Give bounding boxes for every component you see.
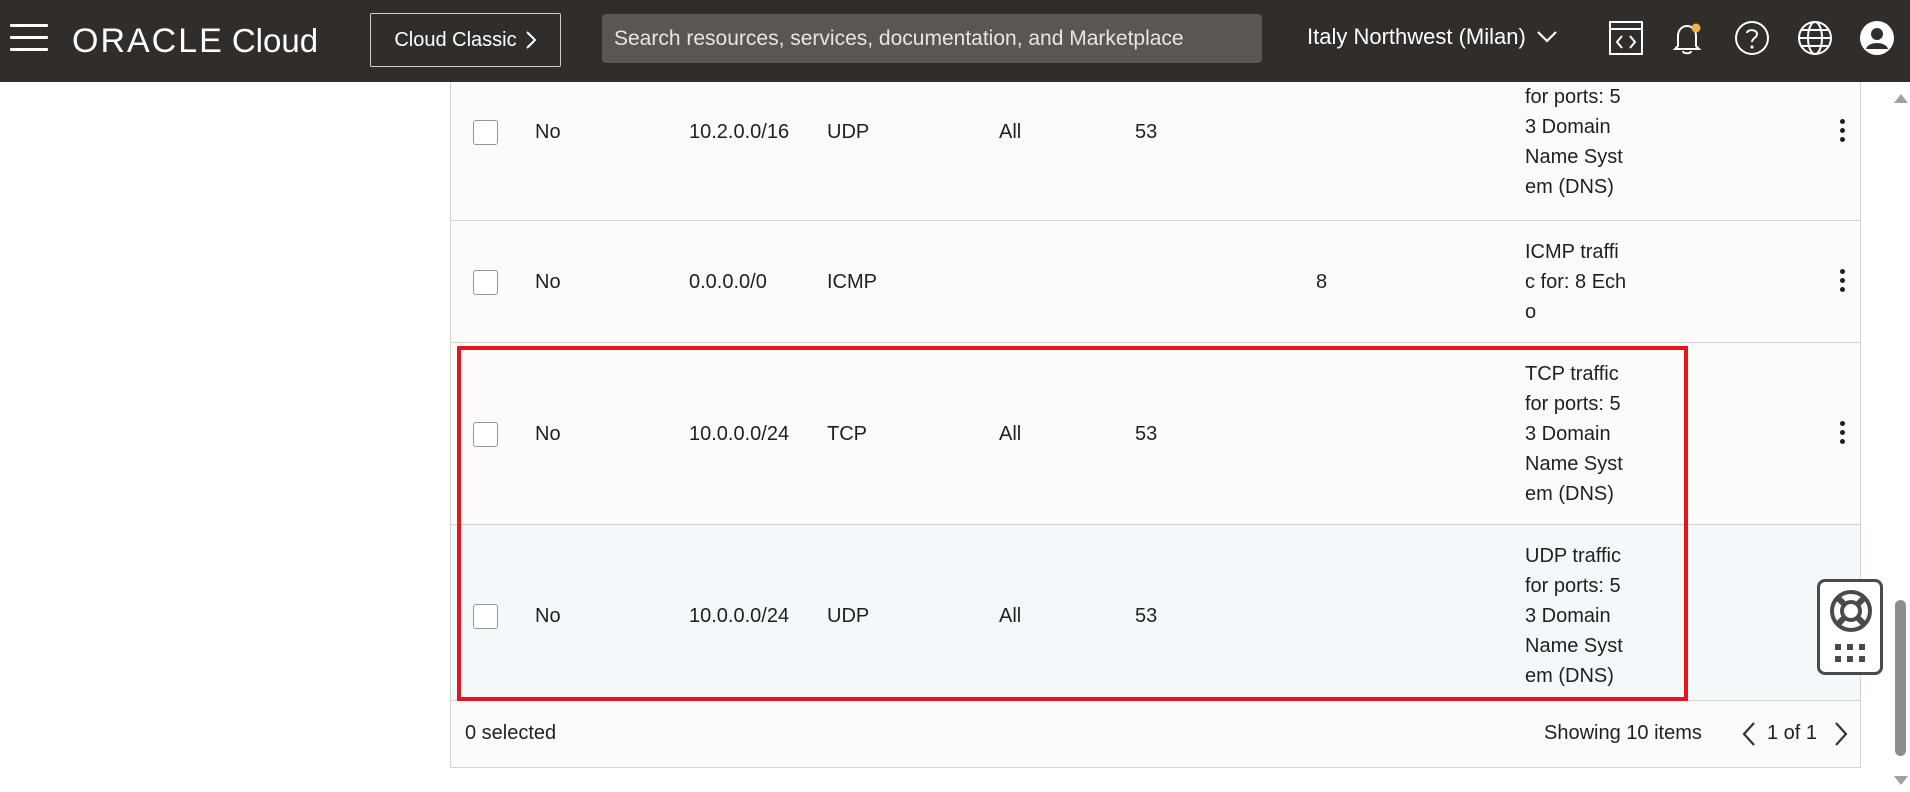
kebab-icon[interactable] <box>1836 421 1848 449</box>
bell-icon[interactable] <box>1667 18 1707 58</box>
table-row[interactable]: No 10.0.0.0/24 TCP All 53 TCP traffic fo… <box>451 343 1860 525</box>
description-cell: UDP traffic for ports: 5 3 Domain Name S… <box>1525 541 1637 691</box>
description-line: 3 Domain <box>1525 423 1611 445</box>
source-cell: 10.0.0.0/24 <box>689 423 790 445</box>
description-line: Name Syst <box>1525 453 1623 475</box>
user-icon[interactable] <box>1857 18 1897 58</box>
description-line: o <box>1525 301 1537 323</box>
chevron-right-icon <box>525 31 537 49</box>
row-checkbox[interactable] <box>473 604 498 629</box>
source-cell: 10.2.0.0/16 <box>689 121 790 143</box>
description-line: ICMP traffi <box>1525 241 1619 263</box>
protocol-cell: UDP <box>827 605 870 627</box>
protocol-cell: UDP <box>827 121 870 143</box>
top-navigation-bar: ORACLE Cloud Cloud Classic Italy Northwe… <box>0 0 1910 82</box>
description-cell: for ports: 5 3 Domain Name Syst em (DNS) <box>1525 82 1637 202</box>
destination-port-cell: 53 <box>1135 423 1158 445</box>
row-checkbox[interactable] <box>473 270 498 295</box>
description-line: for ports: 5 <box>1525 86 1621 108</box>
help-widget[interactable] <box>1817 579 1883 675</box>
description-line: 3 Domain <box>1525 116 1611 138</box>
brand-cloud: Cloud <box>231 22 319 59</box>
table-row[interactable]: No 10.0.0.0/24 UDP All 53 UDP traffic fo… <box>451 525 1860 701</box>
table-footer: 0 selected Showing 10 items 1 of 1 <box>451 702 1860 766</box>
oracle-cloud-logo[interactable]: ORACLE Cloud <box>72 22 318 61</box>
help-icon[interactable] <box>1732 18 1772 58</box>
lifebuoy-icon <box>1830 590 1872 632</box>
type-code-cell: 8 <box>1316 271 1328 293</box>
row-checkbox[interactable] <box>473 120 498 145</box>
description-line: 3 Domain <box>1525 605 1611 627</box>
menu-icon[interactable] <box>10 24 48 54</box>
description-line: for ports: 5 <box>1525 393 1621 415</box>
ingress-rules-table: No 10.2.0.0/16 UDP All 53 for ports: 5 3… <box>450 82 1861 768</box>
kebab-icon[interactable] <box>1836 269 1848 297</box>
description-line: em (DNS) <box>1525 665 1614 687</box>
source-cell: 10.0.0.0/24 <box>689 605 790 627</box>
protocol-cell: TCP <box>827 423 867 445</box>
stateless-cell: No <box>535 121 561 143</box>
description-line: em (DNS) <box>1525 483 1614 505</box>
description-line: Name Syst <box>1525 635 1623 657</box>
stateless-cell: No <box>535 605 561 627</box>
cloud-classic-label: Cloud Classic <box>394 28 517 51</box>
search-input[interactable] <box>614 26 1262 51</box>
chevron-down-icon <box>1537 31 1557 43</box>
vertical-scrollbar[interactable] <box>1890 82 1910 792</box>
destination-port-cell: 53 <box>1135 121 1158 143</box>
source-port-cell: All <box>999 605 1022 627</box>
grid-icon <box>1835 644 1865 662</box>
scroll-down-arrow-icon[interactable] <box>1894 776 1908 785</box>
description-line: Name Syst <box>1525 146 1623 168</box>
chevron-right-icon[interactable] <box>1829 718 1853 750</box>
source-port-cell: All <box>999 423 1022 445</box>
page-indicator: 1 of 1 <box>1767 722 1818 744</box>
destination-port-cell: 53 <box>1135 605 1158 627</box>
cloud-classic-button[interactable]: Cloud Classic <box>370 13 561 67</box>
region-selector[interactable]: Italy Northwest (Milan) <box>1307 24 1558 50</box>
selected-count: 0 selected <box>465 722 557 744</box>
protocol-cell: ICMP <box>827 271 877 293</box>
table-row[interactable]: No 10.2.0.0/16 UDP All 53 for ports: 5 3… <box>451 82 1860 221</box>
kebab-icon[interactable] <box>1836 119 1848 147</box>
code-editor-icon[interactable] <box>1606 18 1646 58</box>
row-checkbox[interactable] <box>473 422 498 447</box>
description-cell: TCP traffic for ports: 5 3 Domain Name S… <box>1525 359 1637 509</box>
brand-oracle: ORACLE <box>72 22 224 60</box>
globe-icon[interactable] <box>1795 18 1835 58</box>
search-bar[interactable] <box>602 14 1262 63</box>
chevron-left-icon[interactable] <box>1737 718 1761 750</box>
scrollbar-thumb[interactable] <box>1895 600 1906 756</box>
description-line: em (DNS) <box>1525 176 1614 198</box>
showing-items: Showing 10 items <box>1544 722 1702 744</box>
scroll-up-arrow-icon[interactable] <box>1894 94 1908 103</box>
source-port-cell: All <box>999 121 1022 143</box>
description-line: UDP traffic <box>1525 545 1621 567</box>
region-label: Italy Northwest (Milan) <box>1307 24 1526 49</box>
stateless-cell: No <box>535 423 561 445</box>
table-row[interactable]: No 0.0.0.0/0 ICMP 8 ICMP traffi c for: 8… <box>451 221 1860 343</box>
source-cell: 0.0.0.0/0 <box>689 271 767 293</box>
stateless-cell: No <box>535 271 561 293</box>
description-line: TCP traffic <box>1525 363 1619 385</box>
description-line: c for: 8 Ech <box>1525 271 1627 293</box>
description-cell: ICMP traffi c for: 8 Ech o <box>1525 237 1637 327</box>
description-line: for ports: 5 <box>1525 575 1621 597</box>
